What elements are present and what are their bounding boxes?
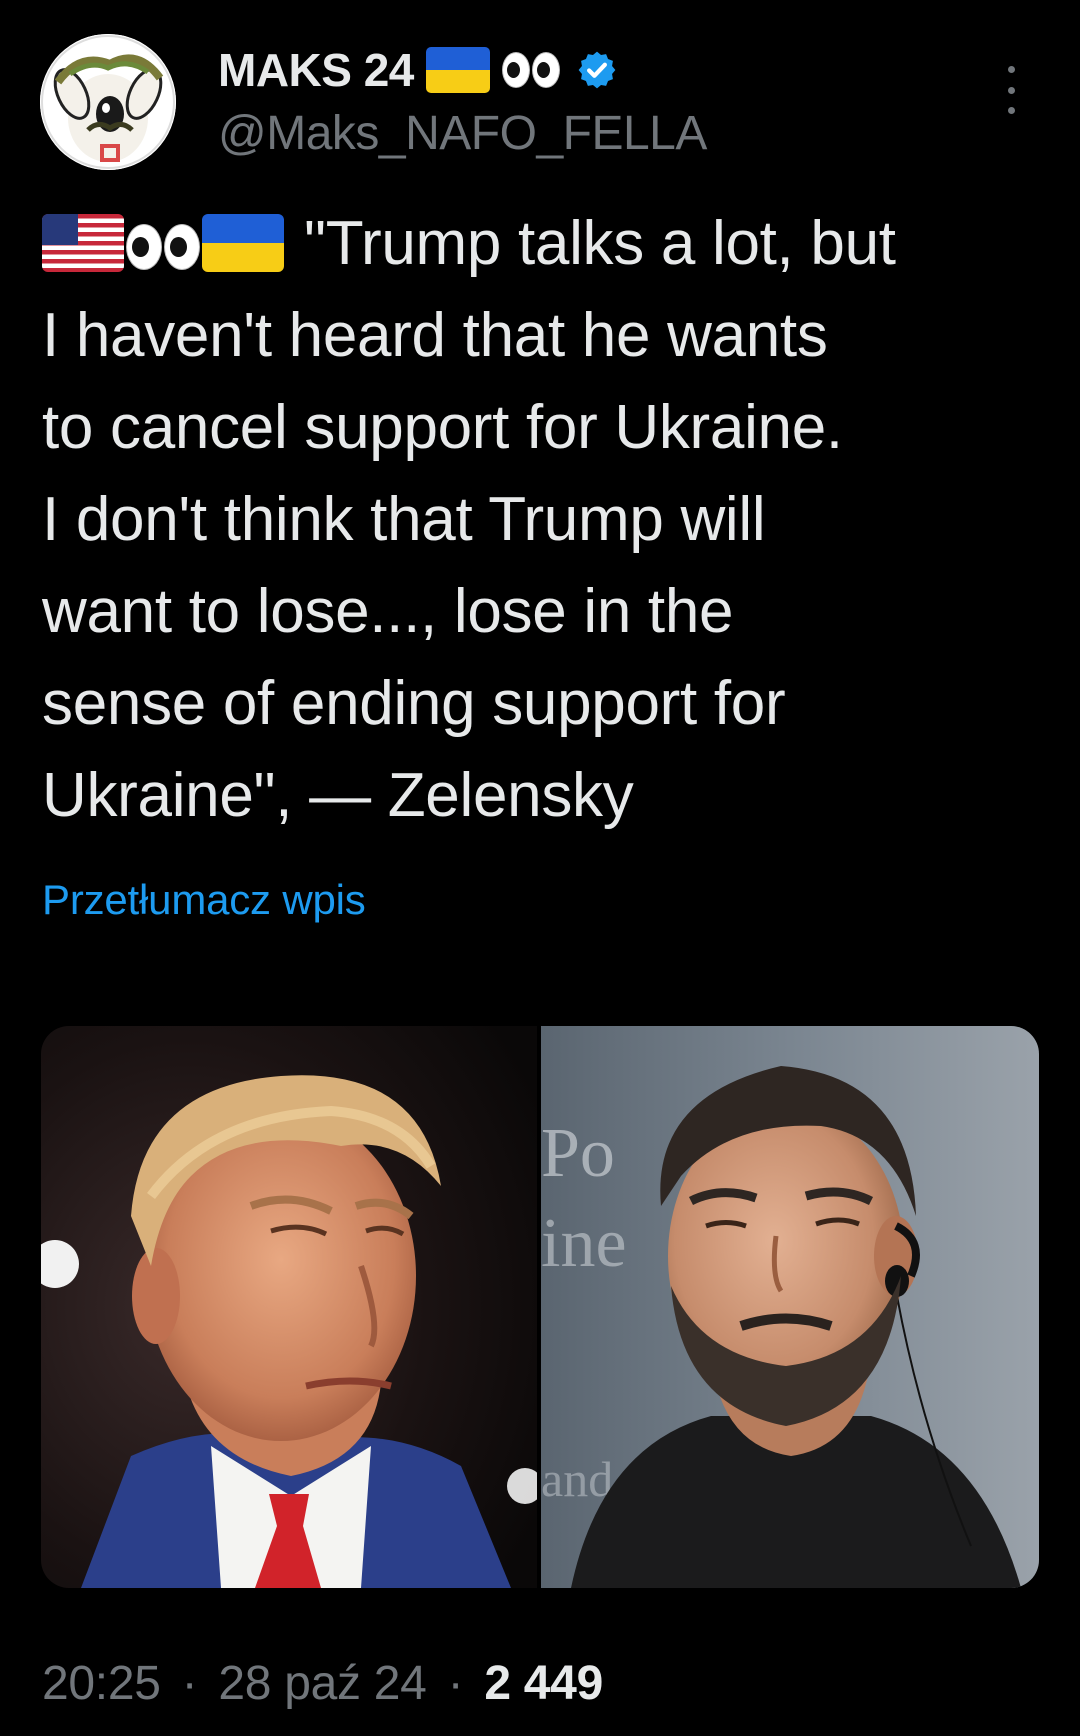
author-display-name[interactable]: MAKS 24	[218, 43, 414, 97]
tweet-media[interactable]: Po ine and	[41, 1026, 1039, 1588]
verified-badge-icon[interactable]	[576, 49, 618, 91]
eyes-icon	[126, 224, 200, 270]
tweet-text-line: "Trump talks a lot, but	[42, 198, 1052, 290]
tweet-text-line-2: to cancel support for Ukraine.	[42, 393, 843, 462]
zelensky-photo[interactable]: Po ine and	[541, 1026, 1039, 1588]
nafo-fella-avatar-icon	[40, 34, 176, 170]
translate-post-link[interactable]: Przetłumacz wpis	[42, 876, 366, 924]
svg-text:Po: Po	[541, 1115, 615, 1192]
tweet-text-line-6: Ukraine", — Zelensky	[42, 761, 634, 830]
eyes-icon	[501, 52, 560, 88]
tweet-time[interactable]: 20:25	[42, 1657, 161, 1710]
view-count[interactable]: 2 449	[484, 1657, 603, 1710]
ukraine-flag-icon	[202, 214, 284, 272]
svg-text:ine: ine	[541, 1205, 627, 1282]
tweet-date[interactable]: 28 paź 24	[218, 1657, 426, 1710]
tweet: MAKS 24 @Maks_NAFO_FELLA "Trump talks a …	[0, 0, 1080, 1736]
tweet-meta: 20:25 · 28 paź 24 · 2 449	[42, 1656, 603, 1711]
tweet-text-line-0: "Trump talks a lot, but	[304, 209, 896, 278]
tweet-text: "Trump talks a lot, but I haven't heard …	[42, 198, 1052, 842]
avatar[interactable]	[40, 34, 176, 170]
meta-separator: ·	[447, 1657, 464, 1710]
tweet-text-line-4: want to lose..., lose in the	[42, 577, 734, 646]
author-name-row[interactable]: MAKS 24	[218, 40, 618, 100]
meta-separator: ·	[181, 1657, 198, 1710]
zelensky-photo-image: Po ine and	[541, 1026, 1039, 1588]
tweet-text-line-1: I haven't heard that he wants	[42, 301, 828, 370]
tweet-text-line-5: sense of ending support for	[42, 669, 786, 738]
more-options-icon[interactable]	[996, 66, 1026, 114]
usa-flag-icon	[42, 214, 124, 272]
trump-photo[interactable]	[41, 1026, 537, 1588]
author-handle[interactable]: @Maks_NAFO_FELLA	[218, 106, 707, 161]
trump-photo-image	[41, 1026, 537, 1588]
svg-text:and: and	[541, 1451, 613, 1507]
ukraine-flag-icon	[425, 47, 490, 93]
tweet-text-line-3: I don't think that Trump will	[42, 485, 766, 554]
